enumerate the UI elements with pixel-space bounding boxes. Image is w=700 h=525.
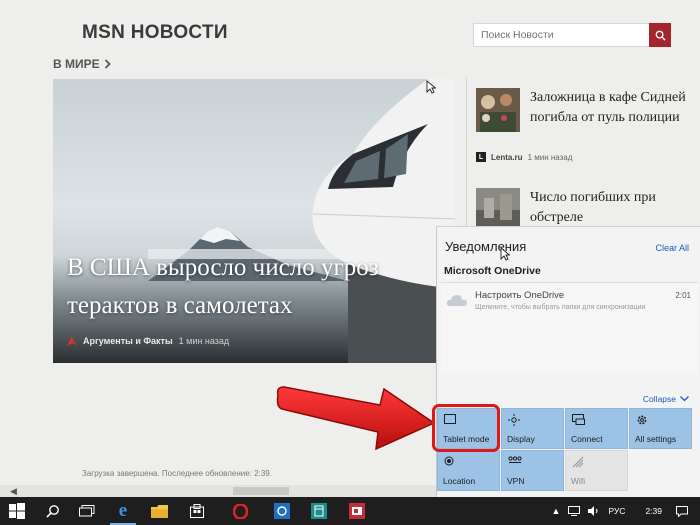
edge-button[interactable]: e — [106, 497, 140, 525]
vpn-icon — [508, 456, 522, 463]
hero-source-name: Аргументы и Факты — [83, 336, 173, 346]
app-button-blue[interactable] — [265, 497, 299, 525]
side-article-title: Заложница в кафе Сидней погибла от пуль … — [530, 90, 686, 125]
red-app-icon — [349, 503, 365, 519]
notification-item[interactable]: Настроить OneDrive 2:01 Щелкните, чтобы … — [441, 282, 698, 374]
taskbar-clock[interactable]: 2:39 — [645, 506, 662, 516]
collapse-label: Collapse — [642, 394, 676, 404]
calculator-button[interactable] — [302, 497, 336, 525]
action-center-title: Уведомления — [445, 239, 527, 254]
tile-label: Wifi — [571, 476, 586, 486]
opera-button[interactable] — [223, 497, 257, 525]
chevron-down-icon — [680, 396, 689, 402]
chevron-right-icon — [104, 59, 111, 69]
store-icon — [190, 504, 204, 518]
app-title: MSN НОВОСТИ — [82, 22, 228, 43]
scrollbar-thumb[interactable] — [233, 487, 289, 495]
annotation-arrow-icon — [276, 386, 436, 451]
tile-wifi[interactable]: Wifi — [565, 450, 628, 491]
tile-display[interactable]: Display — [501, 408, 564, 449]
horizontal-scrollbar[interactable]: ◀ — [0, 485, 437, 497]
action-center-icon[interactable] — [676, 505, 688, 517]
side-article-title: Число погибших при обстреле — [530, 190, 656, 225]
source-mark-icon: L — [476, 152, 486, 162]
tile-label: All settings — [635, 434, 677, 444]
start-button[interactable] — [0, 497, 34, 525]
notification-time: 2:01 — [675, 291, 691, 300]
section-link[interactable]: В МИРЕ — [53, 57, 111, 71]
notification-app-group: Microsoft OneDrive — [444, 265, 541, 277]
calculator-icon — [311, 503, 327, 519]
task-view-button[interactable] — [70, 497, 104, 525]
side-article-1[interactable]: Заложница в кафе Сидней погибла от пуль … — [476, 88, 696, 168]
tray-expand-icon[interactable]: ▲ — [552, 506, 561, 516]
notification-title: Настроить OneDrive — [475, 290, 565, 301]
mouse-cursor-icon — [426, 80, 436, 94]
search-icon — [46, 505, 59, 518]
blue-app-icon — [274, 503, 290, 519]
source-logo-icon — [67, 336, 77, 346]
tile-label: Connect — [571, 434, 603, 444]
task-view-icon — [79, 505, 95, 517]
side-article-source: Lenta.ru — [491, 152, 523, 162]
status-line: Загрузка завершена. Последнее обновление… — [82, 469, 272, 478]
hero-source-time: 1 мин назад — [178, 336, 230, 346]
mouse-cursor-icon — [500, 247, 510, 261]
edge-icon: e — [118, 500, 128, 521]
network-icon[interactable] — [568, 506, 581, 516]
hero-headline: В США выросло число угроз терактов в сам… — [67, 254, 379, 319]
side-article-time: 1 мин назад — [527, 152, 573, 162]
opera-icon — [232, 503, 248, 519]
tile-location[interactable]: Location — [437, 450, 500, 491]
hero-source: Аргументы и Факты 1 мин назад — [67, 336, 229, 346]
tile-label: VPN — [507, 476, 525, 486]
connect-icon — [572, 414, 585, 425]
article-thumbnail — [476, 88, 520, 132]
hero-article[interactable]: В США выросло число угроз терактов в сам… — [53, 79, 455, 363]
tile-label: Location — [443, 476, 476, 486]
scroll-left-arrow-icon[interactable]: ◀ — [10, 486, 17, 497]
taskbar: e ▲ РУС 2:39 — [0, 497, 700, 525]
store-button[interactable] — [180, 497, 214, 525]
tile-vpn[interactable]: VPN — [501, 450, 564, 491]
tile-connect[interactable]: Connect — [565, 408, 628, 449]
search-input[interactable] — [474, 24, 652, 46]
clear-all-link[interactable]: Clear All — [655, 243, 689, 253]
section-label: В МИРЕ — [53, 57, 100, 71]
folder-icon — [150, 504, 168, 518]
gear-icon — [637, 415, 647, 425]
language-indicator[interactable]: РУС — [608, 506, 625, 516]
search-box[interactable] — [473, 23, 671, 47]
side-article-meta: L Lenta.ru 1 мин назад — [476, 152, 572, 162]
display-icon — [508, 414, 520, 426]
action-center: Уведомления Clear All Microsoft OneDrive… — [436, 226, 700, 497]
location-icon — [444, 456, 454, 466]
wifi-icon — [572, 456, 584, 468]
cloud-icon — [446, 295, 467, 306]
search-icon — [655, 30, 666, 41]
tile-all-settings[interactable]: All settings — [629, 408, 692, 449]
windows-logo-icon — [9, 503, 25, 519]
system-tray: ▲ РУС 2:39 — [552, 497, 700, 525]
tablet-mode-highlight — [432, 404, 500, 452]
collapse-button[interactable]: Collapse — [643, 394, 689, 404]
search-taskbar-button[interactable] — [36, 497, 70, 525]
file-explorer-button[interactable] — [142, 497, 176, 525]
tile-label: Display — [507, 434, 535, 444]
volume-icon[interactable] — [588, 506, 600, 516]
app-button-red[interactable] — [340, 497, 374, 525]
notification-body: Щелкните, чтобы выбрать папки для синхро… — [475, 304, 646, 311]
search-button[interactable] — [649, 23, 671, 47]
